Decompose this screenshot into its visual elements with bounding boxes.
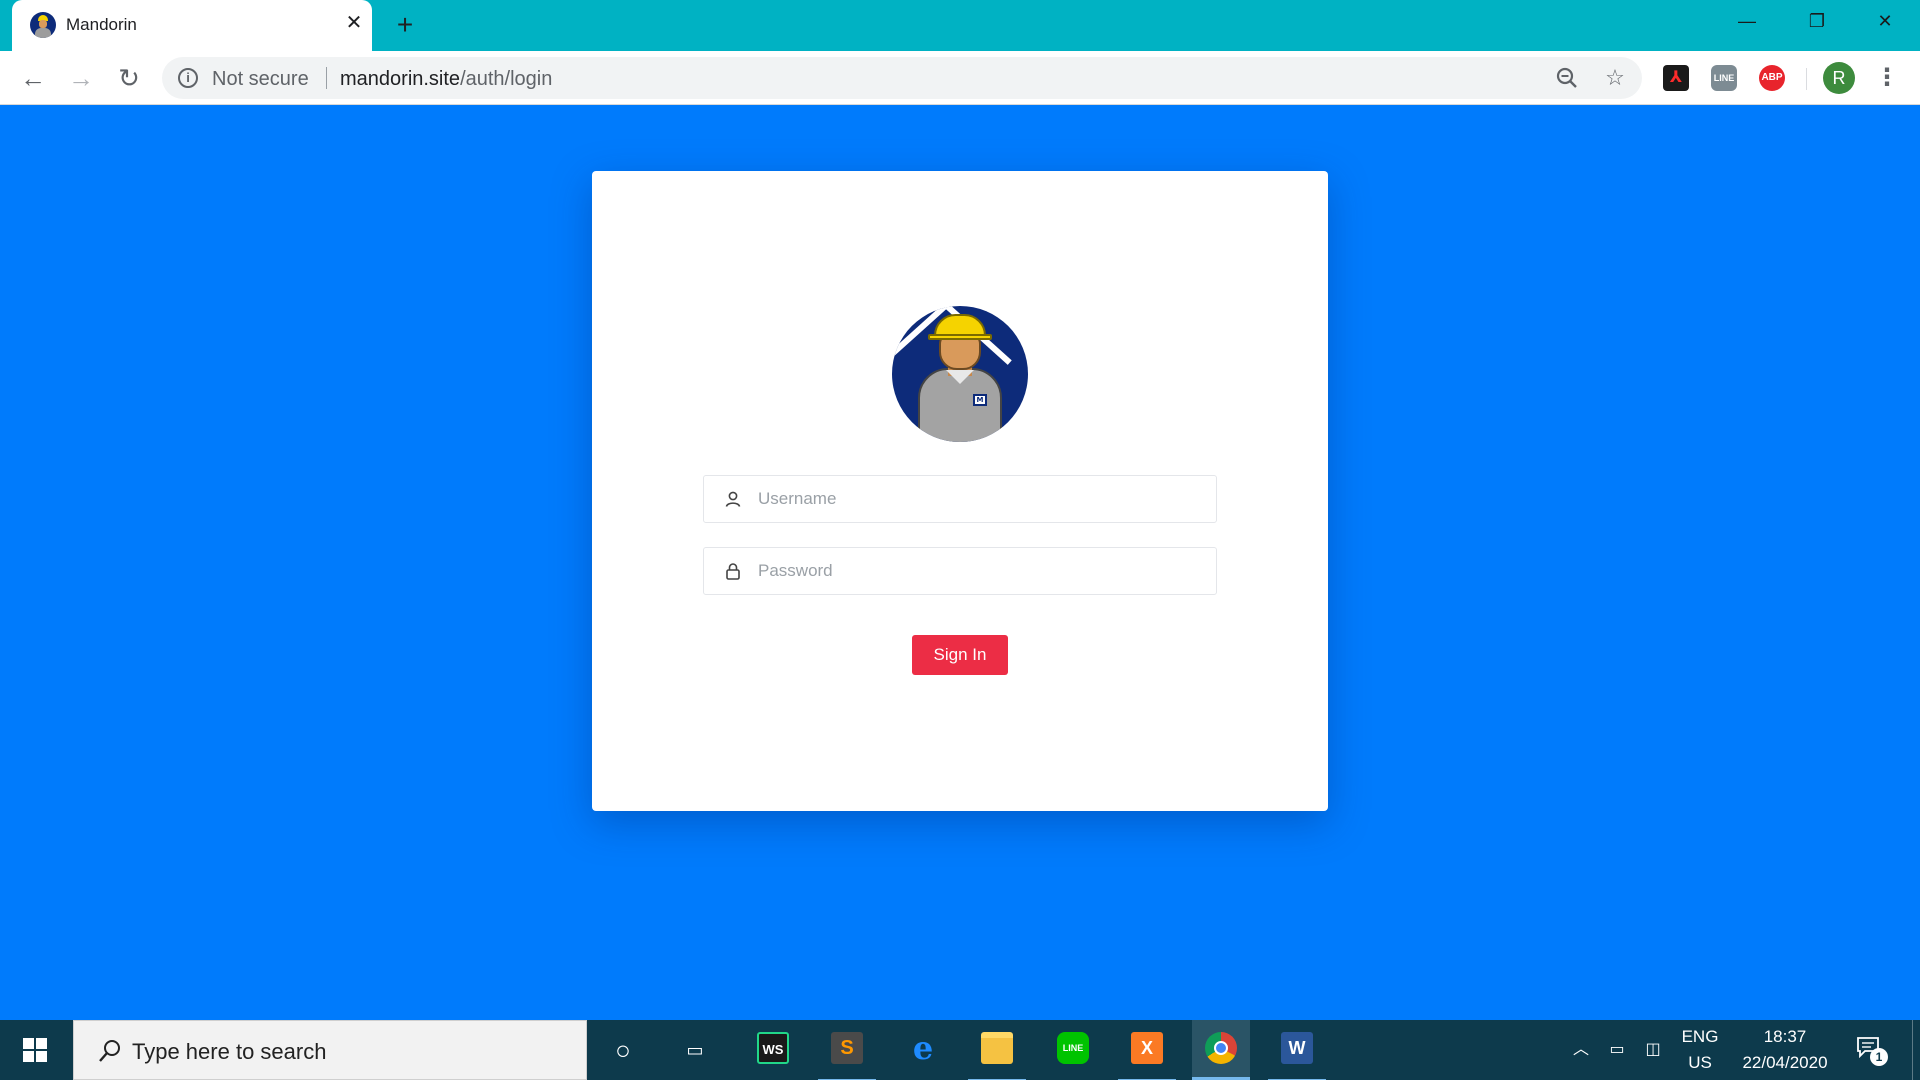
pdf-extension-icon[interactable]: ⅄ bbox=[1663, 65, 1689, 91]
browser-toolbar: ← → ↻ i Not secure mandorin.site/auth/lo… bbox=[0, 51, 1920, 105]
profile-avatar[interactable]: R bbox=[1823, 62, 1855, 94]
bookmark-star-icon[interactable]: ☆ bbox=[1602, 65, 1628, 91]
address-bar[interactable]: i Not secure mandorin.site/auth/login ☆ bbox=[162, 57, 1642, 99]
show-desktop-button[interactable] bbox=[1912, 1020, 1913, 1080]
taskbar-app-sublime[interactable]: S bbox=[818, 1026, 876, 1080]
notification-count-badge: 1 bbox=[1870, 1048, 1888, 1066]
password-input[interactable] bbox=[758, 548, 1198, 594]
network-icon[interactable]: ◫ bbox=[1640, 1037, 1666, 1063]
clock-date: 22/04/2020 bbox=[1742, 1053, 1828, 1072]
new-tab-button[interactable]: + bbox=[390, 10, 420, 40]
worker-logo: M bbox=[892, 306, 1028, 442]
browser-menu-icon[interactable]: ⋮ bbox=[1874, 63, 1900, 93]
browser-tab-strip: Mandorin ✕ + — ❐ ✕ bbox=[0, 0, 1920, 51]
restore-button[interactable]: ❐ bbox=[1794, 6, 1840, 36]
username-field[interactable] bbox=[703, 475, 1217, 523]
user-icon bbox=[725, 491, 741, 507]
cortana-icon[interactable]: ○ bbox=[610, 1037, 636, 1063]
tab-close-icon[interactable]: ✕ bbox=[342, 11, 366, 35]
logo-badge: M bbox=[973, 394, 987, 406]
input-language[interactable]: ENG US bbox=[1672, 1024, 1728, 1076]
word-icon: W bbox=[1281, 1032, 1313, 1064]
sublime-icon: S bbox=[831, 1032, 863, 1064]
browser-tab[interactable]: Mandorin ✕ bbox=[12, 0, 372, 51]
toolbar-separator bbox=[1806, 68, 1807, 90]
taskbar-app-word[interactable]: W bbox=[1268, 1026, 1326, 1080]
show-hidden-icons-chevron-icon[interactable]: ︿ bbox=[1568, 1037, 1594, 1063]
url-text[interactable]: mandorin.site/auth/login bbox=[340, 68, 552, 91]
site-info-icon[interactable]: i bbox=[178, 68, 198, 88]
folder-icon bbox=[981, 1032, 1013, 1064]
line-extension-icon[interactable]: LINE bbox=[1711, 65, 1737, 91]
close-window-button[interactable]: ✕ bbox=[1862, 6, 1908, 36]
taskbar-app-xampp[interactable]: X bbox=[1118, 1026, 1176, 1080]
task-view-icon[interactable]: ▭ bbox=[682, 1037, 708, 1063]
search-icon bbox=[99, 1040, 120, 1062]
forward-button[interactable]: → bbox=[64, 61, 98, 95]
search-placeholder: Type here to search bbox=[132, 1039, 327, 1064]
lock-icon bbox=[726, 563, 740, 580]
taskbar-app-webstorm[interactable]: WS bbox=[744, 1026, 802, 1076]
system-clock[interactable]: 18:37 22/04/2020 bbox=[1730, 1024, 1840, 1076]
action-center-button[interactable]: 1 bbox=[1856, 1036, 1888, 1066]
address-separator bbox=[326, 67, 327, 89]
security-label: Not secure bbox=[212, 68, 309, 90]
battery-icon[interactable]: ▭ bbox=[1604, 1037, 1630, 1063]
back-button[interactable]: ← bbox=[16, 61, 50, 95]
zoom-icon[interactable] bbox=[1554, 65, 1580, 91]
minimize-button[interactable]: — bbox=[1724, 6, 1770, 36]
username-input[interactable] bbox=[758, 476, 1198, 522]
url-host: mandorin.site bbox=[340, 68, 461, 90]
line-icon: LINE bbox=[1057, 1032, 1089, 1064]
page-viewport: M Sign In bbox=[0, 105, 1920, 1020]
sign-in-button[interactable]: Sign In bbox=[912, 635, 1008, 675]
taskbar-app-line[interactable]: LINE bbox=[1044, 1026, 1102, 1076]
taskbar-app-explorer[interactable] bbox=[968, 1026, 1026, 1080]
tab-title: Mandorin bbox=[66, 15, 137, 34]
taskbar-app-chrome[interactable] bbox=[1192, 1020, 1250, 1080]
language-code: ENG bbox=[1681, 1027, 1719, 1046]
site-favicon-icon bbox=[30, 12, 56, 38]
keyboard-layout: US bbox=[1688, 1053, 1712, 1072]
start-button[interactable] bbox=[0, 1020, 72, 1080]
url-path: /auth/login bbox=[460, 68, 553, 90]
clock-time: 18:37 bbox=[1763, 1027, 1807, 1046]
password-field[interactable] bbox=[703, 547, 1217, 595]
edge-icon: e bbox=[912, 1029, 934, 1067]
webstorm-icon: WS bbox=[757, 1032, 789, 1064]
xampp-icon: X bbox=[1131, 1032, 1163, 1064]
taskbar-app-edge[interactable]: e bbox=[894, 1026, 952, 1076]
adblock-extension-icon[interactable]: ABP bbox=[1759, 65, 1785, 91]
taskbar-search[interactable]: Type here to search bbox=[73, 1020, 587, 1080]
windows-taskbar: Type here to search ○ ▭ WS S e LINE X W … bbox=[0, 1020, 1920, 1080]
reload-button[interactable]: ↻ bbox=[112, 61, 146, 95]
login-card: M Sign In bbox=[592, 171, 1328, 811]
